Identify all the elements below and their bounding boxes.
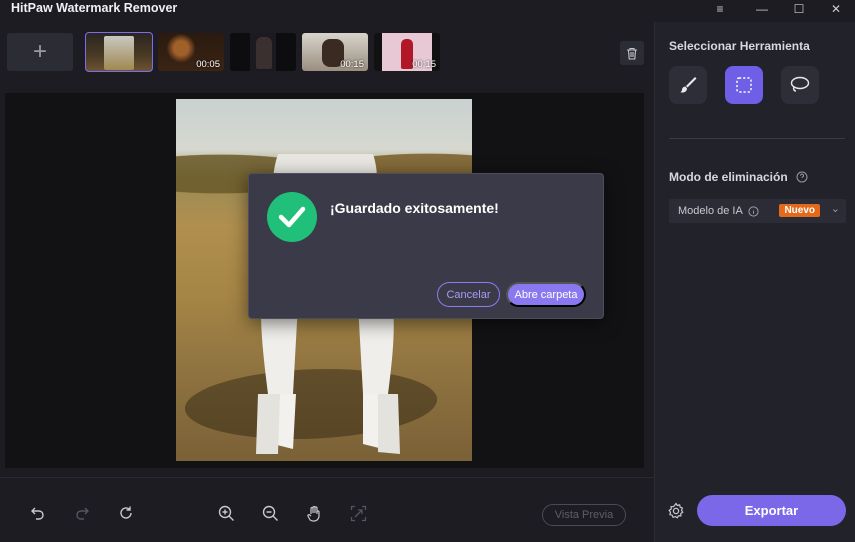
- bottom-toolbar: Vista Previa: [0, 477, 654, 542]
- open-folder-button[interactable]: Abre carpeta: [506, 282, 586, 307]
- refresh-icon: [120, 506, 132, 519]
- thumbnail-3[interactable]: [230, 33, 296, 71]
- cancel-button[interactable]: Cancelar: [437, 282, 500, 307]
- removal-mode-value: Modelo de IA: [678, 205, 743, 217]
- app-window: HitPaw Watermark Remover ≡ — ☐ ✕ + 00:05: [0, 0, 855, 542]
- thumbnail-image: [86, 33, 152, 71]
- redo-button[interactable]: [71, 502, 93, 524]
- preview-button[interactable]: Vista Previa: [542, 504, 626, 526]
- tools-heading: Seleccionar Herramienta: [669, 39, 810, 53]
- thumbnail-image: [230, 33, 296, 71]
- redo-icon: [76, 507, 89, 520]
- thumbnail-duration: 00:05: [196, 59, 220, 70]
- reset-button[interactable]: [115, 502, 137, 524]
- undo-button[interactable]: [27, 502, 49, 524]
- zoom-out-icon: [262, 505, 278, 521]
- add-media-button[interactable]: +: [7, 33, 73, 71]
- thumbnail-duration: 00:15: [340, 59, 364, 70]
- rectangle-select-tool-button[interactable]: [725, 66, 763, 104]
- right-panel: Seleccionar Herramienta Modo de eliminac…: [655, 22, 855, 542]
- zoom-in-icon: [218, 505, 234, 521]
- brush-icon: [680, 77, 697, 93]
- checkmark-icon: [278, 206, 306, 228]
- thumbnail-4[interactable]: 00:15: [302, 33, 368, 71]
- help-icon[interactable]: [796, 171, 808, 183]
- close-icon[interactable]: ✕: [822, 0, 850, 18]
- info-icon[interactable]: [748, 205, 759, 217]
- removal-mode-select[interactable]: Modelo de IA Nuevo ⌄: [669, 199, 846, 223]
- pan-button[interactable]: [303, 502, 325, 524]
- thumbnail-1[interactable]: [85, 32, 153, 72]
- success-icon: [267, 192, 317, 242]
- gear-icon: [668, 502, 684, 519]
- export-button[interactable]: Exportar: [697, 495, 846, 526]
- minimize-icon[interactable]: —: [748, 0, 776, 18]
- brush-tool-button[interactable]: [669, 66, 707, 104]
- removal-mode-label: Modo de eliminación: [669, 170, 788, 184]
- thumbnail-2[interactable]: 00:05: [158, 33, 224, 71]
- zoom-out-button[interactable]: [259, 502, 281, 524]
- settings-button[interactable]: [665, 500, 687, 522]
- delete-button[interactable]: [620, 41, 644, 65]
- lasso-tool-button[interactable]: [781, 66, 819, 104]
- dialog-message: ¡Guardado exitosamente!: [330, 200, 499, 216]
- success-dialog: ¡Guardado exitosamente! Cancelar Abre ca…: [248, 173, 604, 319]
- marquee-icon: [736, 77, 752, 93]
- maximize-icon[interactable]: ☐: [785, 0, 813, 18]
- fit-button[interactable]: [347, 502, 369, 524]
- title-bar: HitPaw Watermark Remover ≡ — ☐ ✕: [0, 0, 855, 18]
- fit-screen-icon: [350, 505, 366, 521]
- panel-separator: [669, 138, 845, 139]
- app-title: HitPaw Watermark Remover: [11, 1, 178, 15]
- removal-mode-heading: Modo de eliminación: [669, 170, 808, 184]
- menu-icon[interactable]: ≡: [706, 0, 734, 18]
- thumbnail-5[interactable]: 00:15: [374, 33, 440, 71]
- undo-icon: [31, 507, 44, 520]
- hand-icon: [306, 505, 320, 522]
- lasso-icon: [790, 76, 810, 92]
- zoom-in-button[interactable]: [215, 502, 237, 524]
- new-badge: Nuevo: [779, 204, 820, 217]
- thumbnail-duration: 00:15: [412, 59, 436, 70]
- trash-icon: [627, 47, 637, 60]
- chevron-down-icon: ⌄: [830, 203, 840, 215]
